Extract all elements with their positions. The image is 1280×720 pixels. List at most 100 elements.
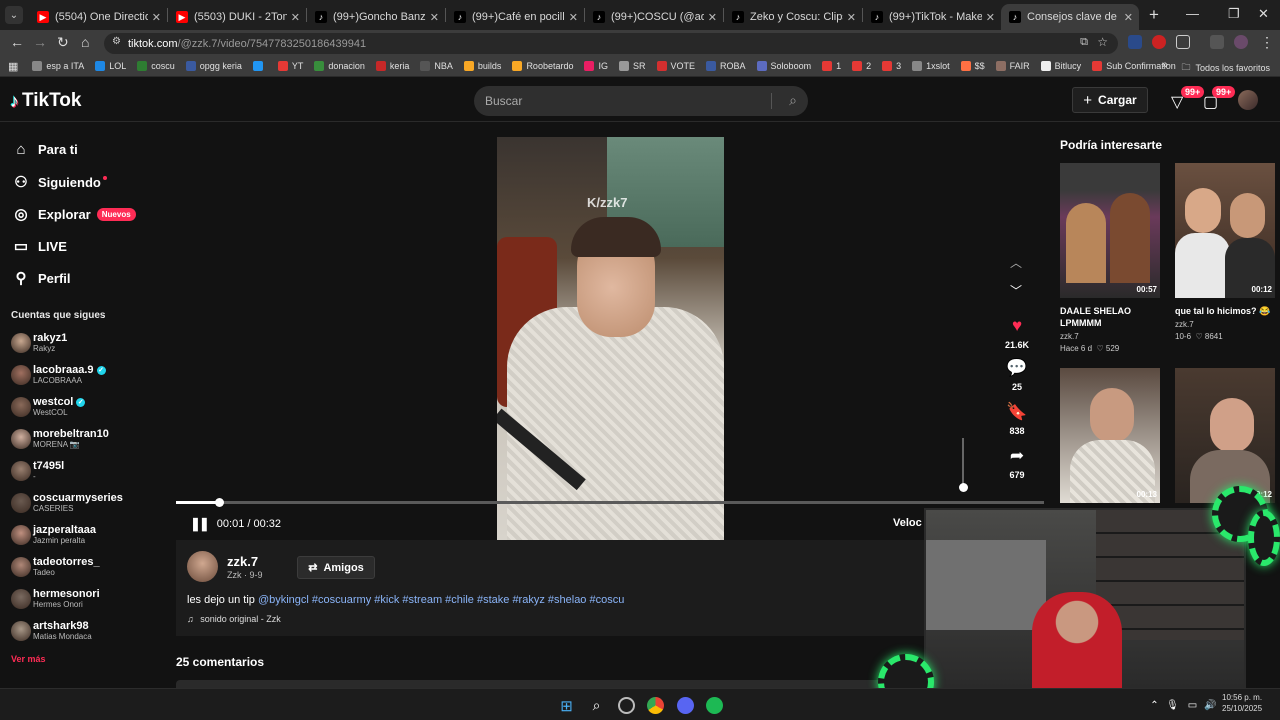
tray-network-icon[interactable]: ▭ bbox=[1184, 697, 1201, 714]
bookmark-item[interactable]: SR bbox=[619, 61, 646, 71]
friends-button[interactable]: ⇄ Amigos bbox=[297, 556, 375, 579]
volume-slider[interactable] bbox=[962, 438, 964, 488]
taskbar-search-icon[interactable]: ⌕ bbox=[588, 697, 605, 714]
browser-tab[interactable]: ♪ Zeko y Coscu: Clips Impe ✕ bbox=[724, 4, 862, 30]
bookmark-item[interactable]: builds bbox=[463, 61, 501, 71]
tab-close-icon[interactable]: ✕ bbox=[291, 11, 300, 24]
close-window-icon[interactable]: ✕ bbox=[1258, 6, 1269, 22]
progress-knob[interactable] bbox=[215, 498, 225, 507]
profile-avatar-icon[interactable] bbox=[1234, 35, 1248, 49]
next-video-icon[interactable]: ﹀ bbox=[1010, 282, 1022, 299]
description-hashtags[interactable]: @bykingcl #coscuarmy #kick #stream #chil… bbox=[258, 594, 624, 606]
followed-account[interactable]: hermesonori Hermes Onori bbox=[11, 584, 100, 614]
new-tab-icon[interactable]: + bbox=[1149, 5, 1159, 25]
followed-account[interactable]: morebeltran10 MORENA 📷 bbox=[11, 424, 109, 454]
search-input[interactable]: Buscar ⌕ bbox=[474, 86, 808, 116]
bookmark-item[interactable]: keria bbox=[375, 61, 409, 71]
bookmark-item[interactable]: Bitlucy bbox=[1040, 61, 1081, 71]
bookmark-item[interactable]: $$ bbox=[960, 61, 985, 71]
extensions-puzzle-icon[interactable] bbox=[1176, 35, 1190, 49]
followed-account[interactable]: t7495l - bbox=[11, 456, 64, 486]
bookmark-item[interactable]: IG bbox=[584, 61, 608, 71]
recommended-video[interactable]: 00:57 DAALE SHELAO LPMMMM zzk.7 Hace 6 d… bbox=[1060, 163, 1160, 353]
bookmark-item[interactable] bbox=[252, 61, 267, 71]
minimize-icon[interactable]: — bbox=[1186, 6, 1199, 21]
bookmark-item[interactable]: LOL bbox=[95, 61, 126, 71]
bookmark-item[interactable]: Soloboom bbox=[756, 61, 811, 71]
all-bookmarks[interactable]: 🗀 Todos los favoritos bbox=[1181, 60, 1270, 76]
nav-live[interactable]: ▭ LIVE bbox=[12, 237, 67, 255]
chrome-menu-icon[interactable]: ⋮ bbox=[1260, 34, 1274, 51]
followed-account[interactable]: rakyz1 Rakyz bbox=[11, 328, 67, 358]
bookmark-item[interactable]: NBA bbox=[420, 61, 453, 71]
bookmark-item[interactable]: 1 bbox=[822, 61, 841, 71]
followed-account[interactable]: tadeotorres_ Tadeo bbox=[11, 552, 100, 582]
nav-perfil[interactable]: ⚲ Perfil bbox=[12, 269, 71, 287]
bookmark-item[interactable]: VOTE bbox=[656, 61, 695, 71]
video-frame[interactable]: K/zzk7 bbox=[497, 137, 724, 541]
bookmark-star-icon[interactable]: ☆ bbox=[1097, 35, 1108, 49]
recommended-video[interactable]: 00:12 bbox=[1175, 368, 1275, 503]
maximize-icon[interactable]: ❐ bbox=[1228, 6, 1240, 22]
tab-close-icon[interactable]: ✕ bbox=[430, 11, 439, 24]
followed-account[interactable]: coscuarmyseries CASERIES bbox=[11, 488, 123, 518]
extension-1-icon[interactable] bbox=[1128, 35, 1142, 49]
home-icon[interactable]: ⌂ bbox=[81, 34, 89, 50]
apps-grid-icon[interactable]: ▦ bbox=[8, 60, 18, 73]
more-bookmarks-icon[interactable]: » bbox=[1162, 59, 1168, 71]
tab-close-icon[interactable]: ✕ bbox=[569, 11, 578, 24]
followed-account[interactable]: artshark98 Matias Mondaca bbox=[11, 616, 92, 646]
tab-close-icon[interactable]: ✕ bbox=[986, 11, 995, 24]
volume-knob[interactable] bbox=[959, 483, 968, 492]
site-info-icon[interactable]: ⚙ bbox=[112, 36, 121, 47]
extension-2-icon[interactable] bbox=[1152, 35, 1166, 49]
tray-mic-icon[interactable]: 🎙 bbox=[1164, 697, 1181, 714]
bookmark-item[interactable]: YT bbox=[277, 61, 303, 71]
browser-tab[interactable]: ♪ (99+)Café en pocillo: opc ✕ bbox=[446, 4, 584, 30]
see-more-link[interactable]: Ver más bbox=[11, 654, 46, 664]
reload-icon[interactable]: ↻ bbox=[57, 34, 69, 51]
bookmark-item[interactable]: opgg keria bbox=[185, 61, 242, 71]
browser-tab[interactable]: ▶ (5504) One Direction - Ni ✕ bbox=[29, 4, 167, 30]
followed-account[interactable]: lacobraaa.9 ✓ LACOBRAAA bbox=[11, 360, 106, 390]
tiktok-logo[interactable]: ♪ TikTok bbox=[10, 90, 81, 112]
sound-link[interactable]: ♫ sonido original - Zzk bbox=[187, 614, 281, 624]
browser-tab[interactable]: ♪ (99+)Goncho Banzas en C ✕ bbox=[307, 4, 445, 30]
previous-video-icon[interactable]: ︿ bbox=[1010, 254, 1022, 271]
bookmark-item[interactable]: Roobetardo bbox=[512, 61, 573, 71]
bookmark-item[interactable]: 1xslot bbox=[912, 61, 950, 71]
user-avatar[interactable] bbox=[1238, 90, 1258, 110]
taskbar-app-icon[interactable] bbox=[618, 697, 635, 714]
upload-button[interactable]: + Cargar bbox=[1072, 87, 1148, 113]
tab-close-icon[interactable]: ✕ bbox=[847, 11, 856, 24]
tab-close-icon[interactable]: ✕ bbox=[152, 11, 161, 24]
share-button[interactable]: ➦ 679 bbox=[1002, 446, 1032, 480]
author-name[interactable]: zzk.7 bbox=[227, 554, 258, 569]
chrome-taskbar-icon[interactable] bbox=[647, 697, 664, 714]
address-bar[interactable]: ⚙ tiktok.com/@zzk.7/video/75477832501864… bbox=[104, 33, 1118, 54]
tab-close-icon[interactable]: ✕ bbox=[1124, 11, 1133, 24]
bookmark-item[interactable]: 3 bbox=[882, 61, 901, 71]
nav-siguiendo[interactable]: ⚇ Siguiendo bbox=[12, 173, 107, 191]
spotify-taskbar-icon[interactable] bbox=[706, 697, 723, 714]
recommended-video[interactable]: 00:13 bbox=[1060, 368, 1160, 503]
forward-icon[interactable]: → bbox=[33, 34, 47, 50]
tray-chevron-icon[interactable]: ⌃ bbox=[1146, 697, 1163, 714]
tab-search-icon[interactable]: ⌄ bbox=[5, 6, 23, 24]
taskbar-clock[interactable]: 10:56 p. m. 25/10/2025 bbox=[1222, 692, 1262, 714]
bookmark-item[interactable]: donacion bbox=[314, 61, 365, 71]
back-icon[interactable]: ← bbox=[10, 34, 24, 50]
search-icon[interactable]: ⌕ bbox=[789, 92, 797, 109]
recommended-video[interactable]: 00:12 que tal lo hicimos? 😂 zzk.7 10-6 ♡… bbox=[1175, 163, 1275, 341]
bookmark-item[interactable]: ROBA bbox=[706, 61, 746, 71]
bookmark-item[interactable]: 2 bbox=[852, 61, 871, 71]
pause-icon[interactable]: ❚❚ bbox=[190, 516, 210, 532]
bookmark-item[interactable]: esp a ITA bbox=[32, 61, 84, 71]
media-controls-icon[interactable] bbox=[1210, 35, 1224, 49]
nav-explorar[interactable]: ◎ Explorar Nuevos bbox=[12, 205, 136, 223]
save-button[interactable]: 🔖 838 bbox=[1002, 402, 1032, 436]
bookmark-item[interactable]: FAIR bbox=[995, 61, 1030, 71]
discord-taskbar-icon[interactable] bbox=[677, 697, 694, 714]
nav-para-ti[interactable]: ⌂ Para ti bbox=[12, 141, 77, 158]
browser-tab[interactable]: ♪ (99+)COSCU (@adictoalv ✕ bbox=[585, 4, 723, 30]
